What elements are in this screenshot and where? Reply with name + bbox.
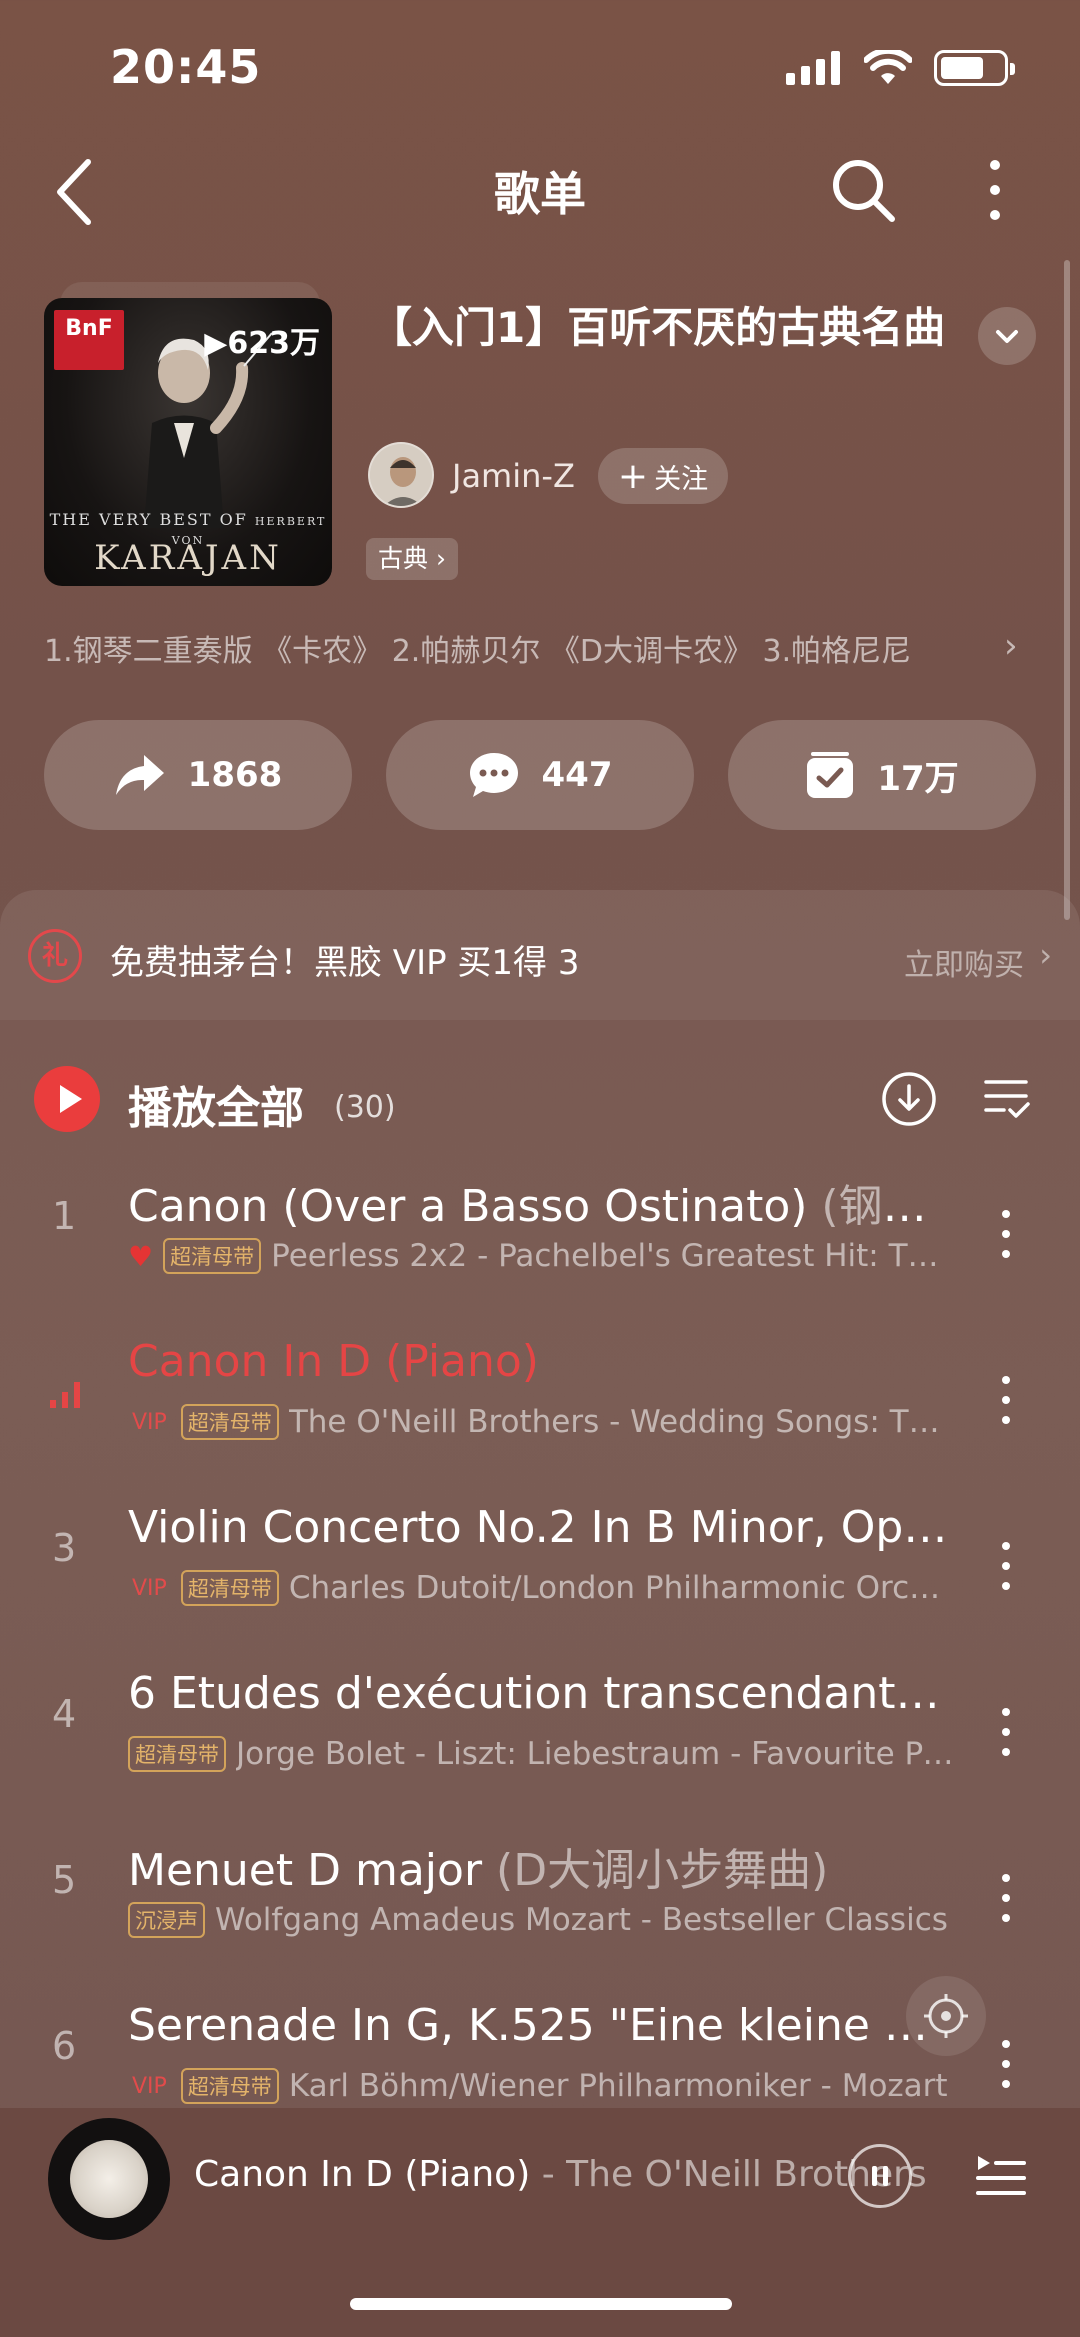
playlist-cover[interactable]: BnF ▶623万 THE VERY BEST OF HERBERT VON K…: [44, 298, 332, 586]
chevron-down-icon: [996, 330, 1018, 343]
track-index: 6: [52, 2024, 77, 2068]
vip-badge: VIP: [132, 1409, 167, 1435]
pause-icon: [872, 2166, 888, 2186]
share-icon: [115, 755, 164, 795]
cover-title: KARAJAN: [94, 538, 282, 578]
search-icon[interactable]: [828, 155, 898, 225]
wifi-icon: [864, 50, 912, 84]
track-meta: VIP 超清母带 Karl Böhm/Wiener Philharmoniker…: [128, 2068, 958, 2104]
follow-button[interactable]: + 关注: [598, 448, 728, 504]
play-all-label[interactable]: 播放全部: [128, 1072, 304, 1136]
status-icons: [786, 50, 1015, 86]
home-indicator[interactable]: [350, 2298, 732, 2310]
playlist-tag[interactable]: 古典 ›: [366, 538, 458, 580]
expand-button[interactable]: [978, 307, 1036, 365]
track-meta: ♥ 超清母带 Peerless 2x2 - Pachelbel's Greate…: [128, 1238, 958, 1274]
track-row[interactable]: 5 Menuet D major (D大调小步舞曲) 沉浸声 Wolfgang …: [0, 1814, 1080, 1980]
track-preview[interactable]: 1.钢琴二重奏版 《卡农》 2.帕赫贝尔 《D大调卡农》 3.帕格尼尼: [44, 626, 1004, 670]
track-row[interactable]: 4 6 Etudes d'exécution transcendante d'a…: [0, 1648, 1080, 1814]
track-artist: The O'Neill Brothers - Wedding Songs: Th…: [288, 1404, 958, 1440]
track-index: 5: [52, 1858, 77, 1902]
playlist-queue-icon[interactable]: [974, 2148, 1028, 2202]
promo-link[interactable]: 立即购买: [904, 940, 1024, 984]
more-vertical-icon[interactable]: [996, 1204, 1016, 1264]
pause-button[interactable]: [848, 2144, 912, 2208]
comment-icon: [469, 753, 518, 797]
promo-text: 免费抽茅台！黑胶 VIP 买1得 3: [110, 943, 580, 983]
track-title: Violin Concerto No.2 In B Minor, Op.7, M…: [128, 1502, 958, 1553]
gift-icon: 礼: [28, 929, 82, 983]
track-title: Serenade In G, K.525 "Eine kleine Nachtm…: [128, 2000, 958, 2051]
quality-badge: 超清母带: [180, 1570, 279, 1606]
track-artist: Karl Böhm/Wiener Philharmoniker - Mozart: [288, 2068, 948, 2104]
track-title: Menuet D major (D大调小步舞曲): [128, 1845, 829, 1896]
track-title: Canon (Over a Basso Ostinato) (钢琴二重奏版): [128, 1181, 958, 1232]
track-artist: Jorge Bolet - Liszt: Liebestraum - Favou…: [236, 1736, 958, 1772]
track-title: 6 Etudes d'exécution transcendante d'apr…: [128, 1668, 958, 1719]
status-time: 20:45: [110, 40, 262, 94]
track-artist: Wolfgang Amadeus Mozart - Bestseller Cla…: [215, 1902, 948, 1938]
track-meta: 超清母带 Jorge Bolet - Liszt: Liebestraum - …: [128, 1736, 958, 1772]
track-meta: 沉浸声 Wolfgang Amadeus Mozart - Bestseller…: [128, 1902, 958, 1938]
more-vertical-icon[interactable]: [996, 1702, 1016, 1762]
quality-badge: 超清母带: [180, 1404, 279, 1440]
chevron-right-icon[interactable]: ›: [1039, 936, 1052, 974]
play-count: ▶623万: [204, 326, 320, 361]
avatar-image: [370, 444, 432, 506]
track-row[interactable]: 3 Violin Concerto No.2 In B Minor, Op.7,…: [0, 1482, 1080, 1648]
more-vertical-icon[interactable]: [996, 1370, 1016, 1430]
share-button[interactable]: 1868: [44, 720, 352, 830]
track-artist: Charles Dutoit/London Philharmonic Orche…: [288, 1570, 958, 1606]
comment-button[interactable]: 447: [386, 720, 694, 830]
battery-icon: [934, 50, 1015, 86]
track-meta: VIP 超清母带 Charles Dutoit/London Philharmo…: [128, 1570, 958, 1606]
vip-badge: VIP: [132, 1575, 167, 1601]
locate-icon: [924, 1994, 968, 2038]
play-all-button[interactable]: [34, 1066, 100, 1132]
track-artist: Peerless 2x2 - Pachelbel's Greatest Hit:…: [271, 1238, 958, 1274]
cover-logo: BnF: [54, 310, 124, 370]
scrollbar[interactable]: [1064, 260, 1070, 920]
now-playing-title[interactable]: Canon In D (Piano) - The O'Neill Brother…: [194, 2154, 927, 2195]
track-count: (30): [334, 1090, 396, 1125]
quality-badge: 超清母带: [180, 2068, 279, 2104]
creator-name[interactable]: Jamin-Z: [452, 457, 575, 495]
more-vertical-icon[interactable]: [980, 155, 1010, 225]
playing-indicator-icon: [50, 1382, 80, 1408]
signal-icon: [786, 51, 840, 85]
track-title: Canon In D (Piano): [128, 1336, 539, 1387]
track-index: 1: [52, 1194, 77, 1238]
quality-badge: 超清母带: [128, 1736, 226, 1772]
quality-badge: 沉浸声: [128, 1902, 205, 1938]
track-index: 4: [52, 1692, 77, 1736]
chevron-right-icon[interactable]: ›: [1004, 626, 1018, 666]
download-icon[interactable]: [880, 1070, 938, 1128]
collect-button[interactable]: 17万: [728, 720, 1036, 830]
now-playing-cover: [70, 2140, 148, 2218]
collect-icon: [807, 752, 854, 798]
multi-select-icon[interactable]: [982, 1072, 1030, 1124]
track-row[interactable]: 1 Canon (Over a Basso Ostinato) (钢琴二重奏版)…: [0, 1150, 1080, 1316]
quality-badge: 超清母带: [163, 1238, 262, 1274]
plus-icon: +: [617, 455, 649, 497]
track-meta: VIP 超清母带 The O'Neill Brothers - Wedding …: [128, 1404, 958, 1440]
playlist-title: 【入门1】百听不厌的古典名曲: [370, 303, 946, 352]
more-vertical-icon[interactable]: [996, 1868, 1016, 1928]
heart-icon: ♥: [128, 1239, 154, 1273]
play-icon: [60, 1085, 82, 1113]
vip-badge: VIP: [132, 2073, 167, 2099]
more-vertical-icon[interactable]: [996, 2034, 1016, 2094]
more-vertical-icon[interactable]: [996, 1536, 1016, 1596]
creator-avatar[interactable]: [368, 442, 434, 508]
track-row-playing[interactable]: Canon In D (Piano) VIP 超清母带 The O'Neill …: [0, 1316, 1080, 1482]
locate-current-button[interactable]: [906, 1976, 986, 2056]
track-index: 3: [52, 1526, 77, 1570]
page-title: 歌单: [494, 167, 586, 221]
